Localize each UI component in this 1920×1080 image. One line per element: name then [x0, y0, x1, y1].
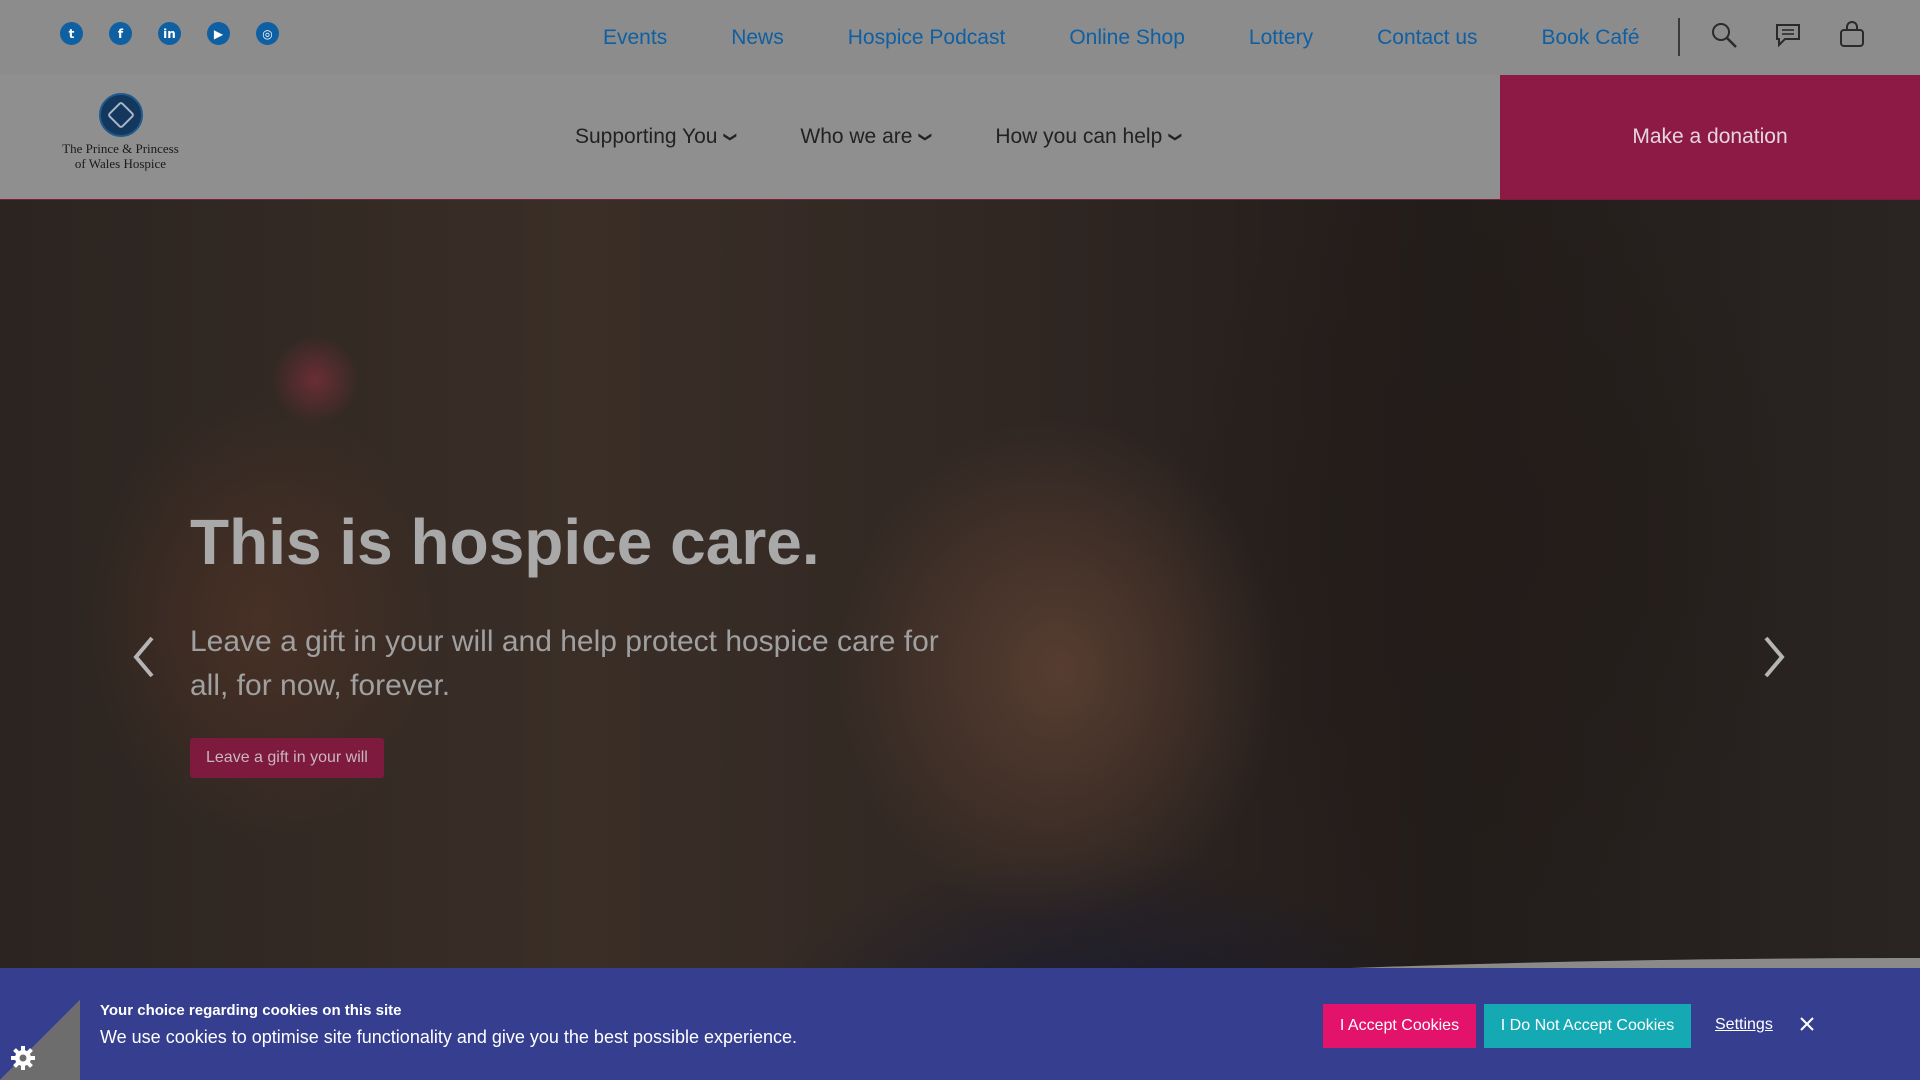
accept-cookies-button[interactable]: I Accept Cookies [1323, 1004, 1476, 1048]
cookie-banner: Your choice regarding cookies on this si… [0, 968, 1920, 1080]
main-nav: Supporting You ❯ Who we are ❯ How you ca… [575, 75, 1245, 199]
top-nav-events[interactable]: Events [603, 26, 667, 50]
nav-label: Who we are [800, 125, 913, 148]
top-nav-contact[interactable]: Contact us [1377, 26, 1477, 50]
cookie-title: Your choice regarding cookies on this si… [100, 1002, 402, 1019]
next-slide-icon[interactable] [1760, 632, 1790, 682]
utility-bar: t f in ▶ ◎ Events News Hospice Podcast O… [0, 0, 1920, 75]
hero-title: This is hospice care. [190, 506, 820, 578]
top-nav: Events News Hospice Podcast Online Shop … [603, 0, 1640, 75]
close-icon[interactable] [1798, 1015, 1816, 1033]
utility-icons [1710, 20, 1866, 50]
leave-gift-button[interactable]: Leave a gift in your will [190, 738, 384, 778]
chevron-down-icon: ❯ [723, 131, 739, 143]
hospice-logo[interactable]: The Prince & Princess of Wales Hospice [58, 93, 183, 171]
crest-icon [98, 93, 143, 137]
nav-supporting-you[interactable]: Supporting You ❯ [575, 125, 739, 149]
chevron-down-icon: ❯ [918, 131, 934, 143]
decline-cookies-button[interactable]: I Do Not Accept Cookies [1484, 1004, 1691, 1048]
nav-how-you-can-help[interactable]: How you can help ❯ [995, 125, 1184, 149]
chat-icon[interactable] [1774, 20, 1802, 50]
twitter-icon[interactable]: t [60, 22, 83, 45]
nav-label: Supporting You [575, 125, 718, 148]
social-links: t f in ▶ ◎ [60, 22, 279, 45]
youtube-icon[interactable]: ▶ [207, 22, 230, 45]
previous-slide-icon[interactable] [128, 632, 158, 682]
top-nav-news[interactable]: News [731, 26, 784, 50]
gear-icon[interactable] [10, 1045, 36, 1071]
logo-line-1: The Prince & Princess [62, 141, 179, 156]
basket-icon[interactable] [1838, 20, 1866, 50]
divider [1678, 18, 1680, 56]
make-donation-button[interactable]: Make a donation [1500, 75, 1920, 199]
top-nav-lottery[interactable]: Lottery [1249, 26, 1313, 50]
main-header: The Prince & Princess of Wales Hospice S… [0, 75, 1920, 201]
hero-subtitle: Leave a gift in your will and help prote… [190, 625, 939, 702]
logo-line-2: of Wales Hospice [74, 156, 167, 171]
nav-label: How you can help [995, 125, 1163, 148]
top-nav-podcast[interactable]: Hospice Podcast [848, 26, 1006, 50]
nav-who-we-are[interactable]: Who we are ❯ [800, 125, 934, 149]
hero-slider: This is hospice care. Leave a gift in yo… [0, 200, 1920, 970]
top-nav-book-cafe[interactable]: Book Café [1542, 26, 1640, 50]
linkedin-icon[interactable]: in [158, 22, 181, 45]
search-icon[interactable] [1710, 20, 1738, 50]
facebook-icon[interactable]: f [109, 22, 132, 45]
chevron-down-icon: ❯ [1168, 131, 1184, 143]
instagram-icon[interactable]: ◎ [256, 22, 279, 45]
cookie-settings-link[interactable]: Settings [1715, 1016, 1773, 1034]
cookie-text: We use cookies to optimise site function… [100, 1027, 798, 1047]
top-nav-shop[interactable]: Online Shop [1069, 26, 1185, 50]
